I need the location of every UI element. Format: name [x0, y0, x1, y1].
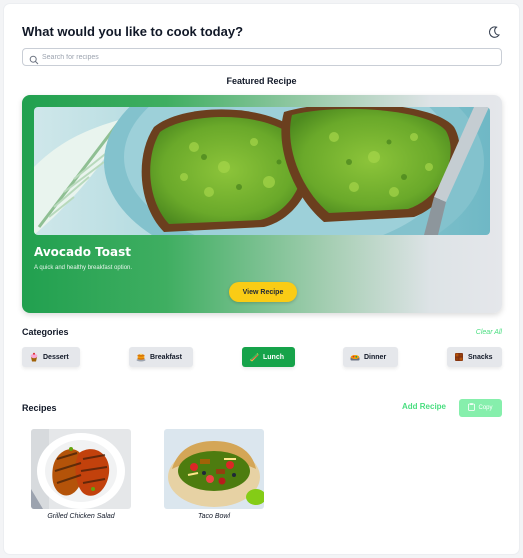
recipe-image	[164, 429, 264, 509]
category-label: Lunch	[263, 353, 284, 361]
category-snacks[interactable]: Snacks	[447, 347, 502, 367]
category-breakfast[interactable]: Breakfast	[129, 347, 193, 367]
search-box	[22, 48, 502, 66]
copy-button[interactable]: Copy	[459, 399, 502, 417]
view-recipe-button[interactable]: View Recipe	[229, 282, 297, 302]
snack-icon	[454, 352, 464, 362]
recipe-name: Grilled Chicken Salad	[47, 513, 115, 520]
category-label: Breakfast	[150, 353, 182, 361]
featured-recipe-title: Avocado Toast	[34, 245, 131, 259]
add-recipe-link[interactable]: Add Recipe	[402, 402, 446, 411]
recipes-heading: Recipes	[22, 403, 57, 413]
search-input[interactable]	[42, 50, 492, 64]
category-label: Dinner	[364, 353, 387, 361]
clipboard-icon	[468, 403, 476, 413]
category-label: Snacks	[468, 353, 493, 361]
recipe-name: Taco Bowl	[197, 513, 231, 520]
recipe-image	[31, 429, 131, 509]
categories-heading: Categories	[22, 327, 69, 337]
cupcake-icon	[29, 352, 39, 362]
dinner-plate-icon	[350, 352, 360, 362]
category-lunch[interactable]: Lunch	[242, 347, 295, 367]
recipe-card-taco-bowl[interactable]: Taco Bowl	[164, 429, 264, 525]
clear-all-link[interactable]: Clear All	[476, 329, 502, 336]
sandwich-icon	[249, 352, 259, 362]
copy-label: Copy	[478, 405, 493, 411]
featured-recipe-description: A quick and healthy breakfast option.	[34, 265, 133, 271]
category-label: Dessert	[43, 353, 69, 361]
header: What would you like to cook today?	[22, 24, 502, 44]
recipe-card-grilled-chicken-salad[interactable]: Grilled Chicken Salad	[31, 429, 131, 525]
search-icon	[29, 52, 39, 65]
category-list: Dessert Breakfast Lunch Dinner Snacks	[22, 347, 502, 369]
moon-icon[interactable]	[486, 24, 502, 40]
category-dinner[interactable]: Dinner	[343, 347, 398, 367]
pancakes-icon	[136, 352, 146, 362]
featured-recipe-card: Avocado Toast A quick and healthy breakf…	[22, 95, 502, 313]
category-dessert[interactable]: Dessert	[22, 347, 80, 367]
app-window: What would you like to cook today? Featu…	[4, 4, 519, 554]
featured-heading: Featured Recipe	[226, 76, 297, 86]
featured-recipe-image	[34, 107, 490, 235]
page-title: What would you like to cook today?	[22, 24, 244, 39]
